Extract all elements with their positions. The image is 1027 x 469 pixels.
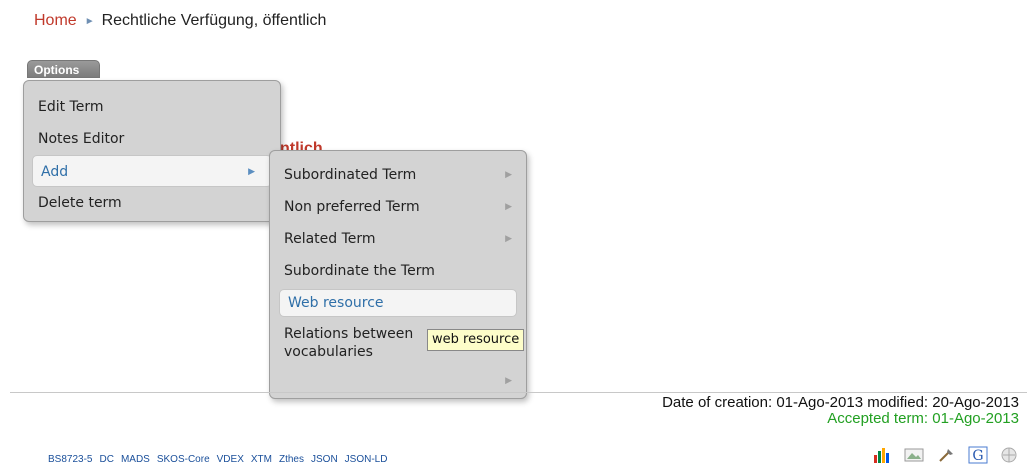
date-accepted: Accepted term: 01-Ago-2013 (827, 410, 1019, 427)
add-submenu: Subordinated Term ▶ Non preferred Term ▶… (269, 150, 527, 399)
options-menu: Edit Term Notes Editor Add ▶ Delete term (23, 80, 281, 222)
breadcrumb: Home ► Rechtliche Verfügung, öffentlich (34, 12, 326, 30)
menu-item-add[interactable]: Add ▶ (32, 155, 272, 187)
divider (10, 392, 1027, 393)
term-dates: Date of creation: 01-Ago-2013 modified: … (662, 395, 1019, 427)
submenu-item-web-resource[interactable]: Web resource (279, 289, 517, 317)
breadcrumb-current: Rechtliche Verfügung, öffentlich (101, 12, 327, 29)
format-link-mads[interactable]: MADS (121, 454, 150, 465)
chevron-right-icon: ▶ (248, 167, 255, 177)
creation-modified-dates: Date of creation: 01-Ago-2013 modified: … (662, 395, 1019, 411)
submenu-item-label-line1: Relations between (284, 326, 414, 342)
options-button[interactable]: Options (27, 60, 100, 78)
menu-item-delete-term[interactable]: Delete term (24, 187, 280, 219)
breadcrumb-separator-icon: ► (84, 15, 95, 27)
chevron-right-icon: ▶ (505, 170, 512, 180)
submenu-item-subordinated-term[interactable]: Subordinated Term ▶ (270, 159, 526, 191)
submenu-item-label-line2: vocabularies (284, 344, 373, 360)
format-link-json-ld[interactable]: JSON-LD (345, 454, 388, 465)
submenu-item-empty[interactable]: ▶ (270, 365, 526, 391)
tools-icon[interactable] (937, 447, 955, 468)
image-icon[interactable] (904, 447, 924, 468)
tooltip: web resource (427, 329, 525, 351)
google-icon[interactable]: G (968, 446, 988, 469)
globe-icon[interactable] (1001, 447, 1017, 468)
date-of-creation: Date of creation: 01-Ago-2013 (662, 394, 864, 411)
submenu-item-label: Related Term (284, 231, 376, 247)
date-modified: modified: 20-Ago-2013 (867, 394, 1019, 411)
submenu-item-label: Non preferred Term (284, 199, 420, 215)
format-link-xtm[interactable]: XTM (251, 454, 272, 465)
bar-chart-icon[interactable] (873, 447, 891, 468)
menu-item-edit-term[interactable]: Edit Term (24, 91, 280, 123)
submenu-item-non-preferred-term[interactable]: Non preferred Term ▶ (270, 191, 526, 223)
submenu-item-label: Subordinated Term (284, 167, 417, 183)
submenu-item-subordinate-the-term[interactable]: Subordinate the Term (270, 255, 526, 287)
home-link[interactable]: Home (34, 12, 77, 30)
chevron-right-icon: ▶ (505, 234, 512, 244)
chevron-right-icon: ▶ (505, 202, 512, 212)
format-link-skos-core[interactable]: SKOS-Core (157, 454, 210, 465)
submenu-item-related-term[interactable]: Related Term ▶ (270, 223, 526, 255)
menu-item-notes-editor[interactable]: Notes Editor (24, 123, 280, 155)
export-formats: BS8723-5 DC MADS SKOS-Core VDEX XTM Zthe… (48, 454, 387, 465)
svg-text:G: G (972, 448, 983, 464)
format-link-json[interactable]: JSON (311, 454, 338, 465)
menu-item-add-label: Add (41, 164, 69, 180)
format-link-dc[interactable]: DC (99, 454, 113, 465)
format-link-zthes[interactable]: Zthes (279, 454, 304, 465)
tool-icons: G (873, 446, 1017, 469)
format-link-vdex[interactable]: VDEX (217, 454, 244, 465)
format-link-bs8723-5[interactable]: BS8723-5 (48, 454, 92, 465)
